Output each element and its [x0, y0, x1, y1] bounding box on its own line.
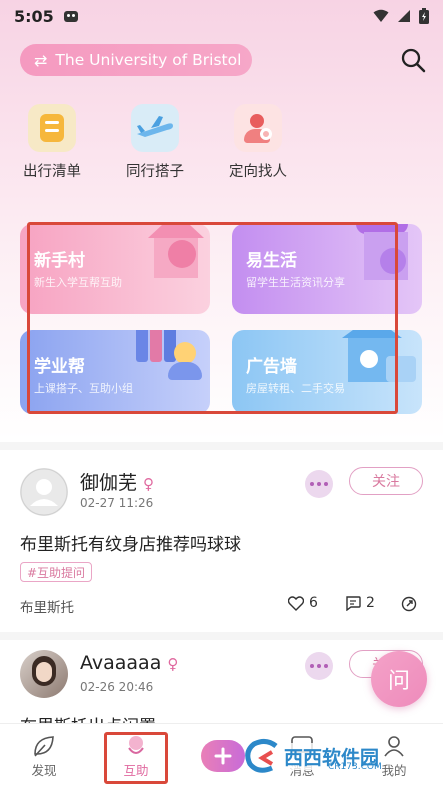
post-card[interactable]: 御伽芜 ♀ 02-27 11:26 关注 布里斯托有纹身店推荐吗球球 #互助提问 … [0, 450, 443, 632]
avatar[interactable] [20, 468, 68, 516]
tab-discover[interactable]: 发现 [14, 734, 74, 779]
female-icon: ♀ [167, 655, 179, 673]
quick-action-find-person[interactable]: 定向找人 [218, 104, 298, 181]
post-title[interactable]: 布里斯托出点闲置 [20, 712, 156, 723]
battery-icon [419, 8, 429, 24]
female-icon: ♀ [143, 475, 155, 493]
author-name-text: 御伽芜 [80, 472, 138, 494]
chat-icon[interactable] [305, 652, 333, 680]
add-post-button[interactable] [201, 740, 245, 772]
quick-action-label: 同行搭子 [126, 164, 184, 180]
default-avatar-icon [20, 468, 68, 516]
leaf-icon [34, 736, 54, 757]
avatar[interactable] [20, 650, 68, 698]
highlight-box [27, 222, 398, 414]
heart-icon [288, 595, 304, 611]
find-person-icon [234, 104, 282, 152]
follow-button[interactable]: 关注 [349, 467, 423, 495]
school-name: The University of Bristol [55, 51, 242, 69]
tab-label: 发现 [31, 763, 57, 778]
like-count: 6 [309, 595, 318, 611]
wifi-icon [373, 9, 389, 22]
quick-action-travel-buddy[interactable]: 同行搭子 [115, 104, 195, 181]
app-notification-icon [63, 10, 78, 22]
plus-icon [214, 747, 232, 765]
section-divider [0, 442, 443, 450]
author-name-text: Avaaaaa [80, 652, 162, 674]
comment-button[interactable]: 2 [345, 595, 375, 611]
quick-action-checklist[interactable]: 出行清单 [12, 104, 92, 181]
checklist-icon [28, 104, 76, 152]
watermark: 西西软件园 CR173.COM [242, 736, 422, 776]
like-button[interactable]: 6 [288, 595, 318, 611]
quick-action-label: 出行清单 [23, 164, 81, 180]
school-selector[interactable]: ⇄ The University of Bristol [20, 44, 252, 76]
airplane-icon [131, 104, 179, 152]
comment-count: 2 [366, 595, 375, 611]
chat-icon[interactable] [305, 470, 333, 498]
author-name[interactable]: Avaaaaa ♀ [80, 652, 178, 674]
post-time: 02-26 20:46 [80, 680, 154, 694]
swap-icon: ⇄ [34, 50, 48, 70]
quick-action-label: 定向找人 [229, 164, 287, 180]
signal-icon [398, 10, 410, 22]
post-time: 02-27 11:26 [80, 496, 154, 510]
post-location: 布里斯托 [20, 600, 74, 616]
comment-icon [346, 595, 361, 611]
author-name[interactable]: 御伽芜 ♀ [80, 468, 154, 495]
tab-highlight-box [104, 732, 168, 784]
watermark-url: CR173.COM [328, 762, 382, 772]
ask-fab-button[interactable]: 问 [371, 651, 427, 707]
search-icon[interactable] [399, 46, 427, 74]
status-time: 5:05 [14, 6, 54, 26]
status-bar: 5:05 [0, 0, 443, 32]
watermark-logo-icon [245, 738, 278, 773]
post-title[interactable]: 布里斯托有纹身店推荐吗球球 [20, 530, 241, 555]
post-tag[interactable]: #互助提问 [20, 562, 93, 582]
post-divider [0, 632, 443, 640]
share-icon[interactable] [401, 596, 417, 612]
